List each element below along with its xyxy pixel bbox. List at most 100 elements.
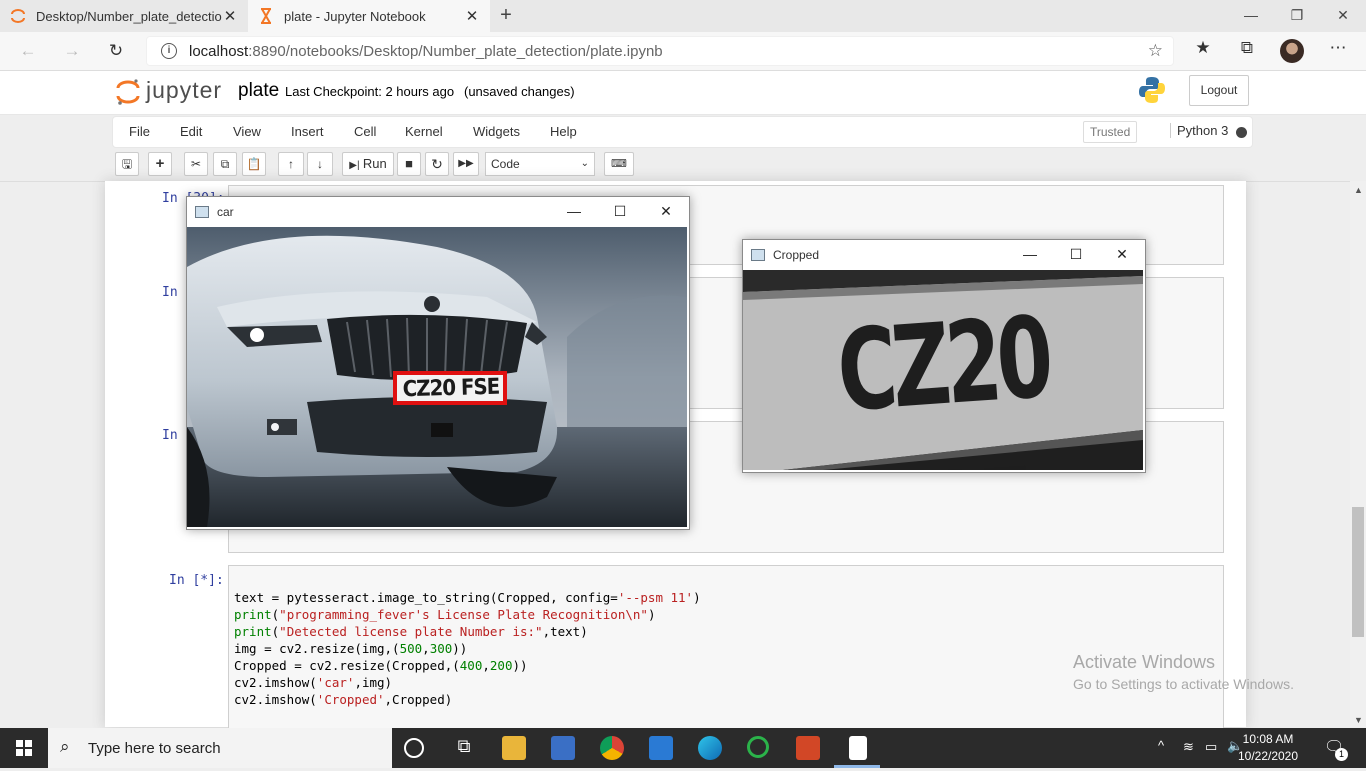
forward-arrow-icon[interactable]: →	[60, 40, 84, 64]
save-icon[interactable]: 🖫	[115, 152, 139, 176]
window-title: Cropped	[773, 248, 820, 262]
code-token: ,	[422, 641, 430, 656]
cortana-icon[interactable]	[404, 738, 424, 758]
close-button[interactable]: ✕	[1320, 0, 1366, 32]
cropped-plate-window[interactable]: Cropped — ☐ ✕ CZ20 FSE	[742, 239, 1146, 473]
network-icon[interactable]: ≋	[1183, 739, 1194, 755]
clock-time: 10:08 AM	[1242, 732, 1294, 746]
notebook-name[interactable]: plate	[238, 80, 279, 102]
taskbar-search-input[interactable]: ⌕ Type here to search	[48, 728, 392, 768]
car-image-window[interactable]: car — ☐ ✕ CZ20 FSE	[186, 196, 690, 530]
paste-icon[interactable]: 📋	[242, 152, 266, 176]
code-line: print("programming_fever's License Plate…	[234, 606, 701, 623]
favorites-icon[interactable]: ★	[1190, 38, 1216, 58]
restart-icon[interactable]: ↻	[425, 152, 449, 176]
page-scrollbar[interactable]: ▲ ▼	[1350, 181, 1366, 727]
menu-insert[interactable]: Insert	[291, 124, 324, 139]
code-token: print	[234, 607, 272, 622]
run-button[interactable]: ▶| Run	[342, 152, 394, 176]
minimize-button[interactable]: —	[1007, 240, 1053, 270]
restore-button[interactable]: ❐	[1274, 0, 1320, 32]
app-icon[interactable]	[747, 736, 769, 758]
info-icon[interactable]: i	[161, 43, 177, 59]
window-title: car	[217, 205, 234, 219]
menu-view[interactable]: View	[233, 124, 261, 139]
url-host: localhost	[189, 42, 249, 60]
menu-kernel[interactable]: Kernel	[405, 124, 443, 139]
profile-avatar[interactable]	[1280, 39, 1304, 63]
collections-icon[interactable]: ⧉	[1234, 38, 1260, 58]
maximize-button[interactable]: ☐	[597, 197, 643, 227]
code-token: ,text)	[542, 624, 588, 639]
cell-type-select[interactable]: Code ⌄	[485, 152, 595, 176]
tab-label: plate - Jupyter Notebook	[284, 8, 426, 24]
start-button[interactable]	[0, 728, 48, 768]
add-cell-icon[interactable]: +	[148, 152, 172, 176]
move-up-icon[interactable]: ↑	[278, 152, 304, 176]
refresh-icon[interactable]: ↻	[104, 40, 128, 64]
close-button[interactable]: ✕	[1099, 240, 1145, 270]
scroll-up-icon[interactable]: ▲	[1354, 185, 1363, 195]
menu-cell[interactable]: Cell	[354, 124, 376, 139]
jupyter-logo-icon[interactable]	[116, 78, 140, 106]
maximize-button[interactable]: ☐	[1053, 240, 1099, 270]
jupyter-brand[interactable]: jupyter	[146, 77, 222, 104]
menu-edit[interactable]: Edit	[180, 124, 202, 139]
copy-icon[interactable]: ⧉	[213, 152, 237, 176]
code-token: ,img)	[354, 675, 393, 690]
close-button[interactable]: ✕	[643, 197, 689, 227]
stop-icon[interactable]: ■	[397, 152, 421, 176]
cropped-plate-text: CZ20 FSE	[833, 292, 1053, 470]
tab-close-icon[interactable]: ✕	[464, 7, 480, 25]
menu-help[interactable]: Help	[550, 124, 577, 139]
code-token: ,	[482, 658, 490, 673]
trusted-badge[interactable]: Trusted	[1083, 121, 1138, 143]
new-tab-button[interactable]: +	[494, 4, 518, 27]
car-plate-text: CZ20 FSE	[402, 374, 500, 403]
powerpoint-icon[interactable]	[796, 736, 820, 760]
battery-icon[interactable]: ▭	[1205, 739, 1217, 755]
store-icon[interactable]	[551, 736, 575, 760]
code-token: ))	[512, 658, 528, 673]
minimize-button[interactable]: —	[551, 197, 597, 227]
menu-file[interactable]: File	[129, 124, 150, 139]
windows-logo-icon	[16, 740, 32, 756]
menu-widgets[interactable]: Widgets	[473, 124, 520, 139]
tab-label: Desktop/Number_plate_detectio	[36, 8, 222, 24]
window-controls: — ☐ ✕	[1007, 240, 1145, 270]
edge-icon[interactable]	[698, 736, 722, 760]
window-titlebar[interactable]: Cropped — ☐ ✕	[743, 240, 1145, 270]
more-menu-icon[interactable]: ⋯	[1325, 38, 1351, 58]
scrollbar-thumb[interactable]	[1352, 507, 1364, 637]
cut-icon[interactable]: ✂	[184, 152, 208, 176]
fast-forward-icon[interactable]: ▶▶	[453, 152, 479, 176]
file-explorer-icon[interactable]	[502, 736, 526, 760]
chrome-icon[interactable]	[600, 736, 624, 760]
mail-icon[interactable]	[649, 736, 673, 760]
clock-date: 10/22/2020	[1237, 749, 1299, 763]
move-down-icon[interactable]: ↓	[307, 152, 333, 176]
tab-plate-notebook[interactable]: plate - Jupyter Notebook ✕	[248, 0, 490, 32]
minimize-button[interactable]: —	[1228, 0, 1274, 32]
back-arrow-icon[interactable]: ←	[16, 40, 40, 64]
scroll-down-icon[interactable]: ▼	[1354, 715, 1363, 725]
notepad-icon[interactable]	[849, 736, 867, 760]
keyboard-icon[interactable]: ⌨	[604, 152, 634, 176]
code-editor[interactable]: text = pytesseract.image_to_string(Cropp…	[234, 589, 701, 708]
window-titlebar[interactable]: car — ☐ ✕	[187, 197, 689, 227]
code-line: cv2.imshow('Cropped',Cropped)	[234, 691, 701, 708]
tray-chevron-up-icon[interactable]: ^	[1158, 738, 1164, 753]
taskbar-clock[interactable]: 10:08 AM 10/22/2020	[1236, 731, 1300, 765]
notebook-toolbar: 🖫 + ✂ ⧉ 📋 ↑ ↓ ▶| Run ■ ↻ ▶▶ Code ⌄ ⌨	[112, 150, 1253, 180]
task-view-icon[interactable]: ⧉	[452, 736, 476, 760]
code-token: Cropped = cv2.resize(Cropped,(	[234, 658, 460, 673]
notebook-menubar: File Edit View Insert Cell Kernel Widget…	[112, 116, 1253, 148]
url-field[interactable]: i localhost:8890/notebooks/Desktop/Numbe…	[146, 36, 1174, 66]
python-logo-icon	[1139, 77, 1165, 103]
star-icon[interactable]: ☆	[1148, 41, 1163, 61]
window-controls: — ☐ ✕	[551, 197, 689, 227]
tab-number-plate-detection[interactable]: Desktop/Number_plate_detectio ✕	[0, 0, 248, 32]
code-token: 'car'	[316, 675, 355, 690]
logout-button[interactable]: Logout	[1189, 75, 1249, 106]
tab-close-icon[interactable]: ✕	[222, 7, 238, 25]
